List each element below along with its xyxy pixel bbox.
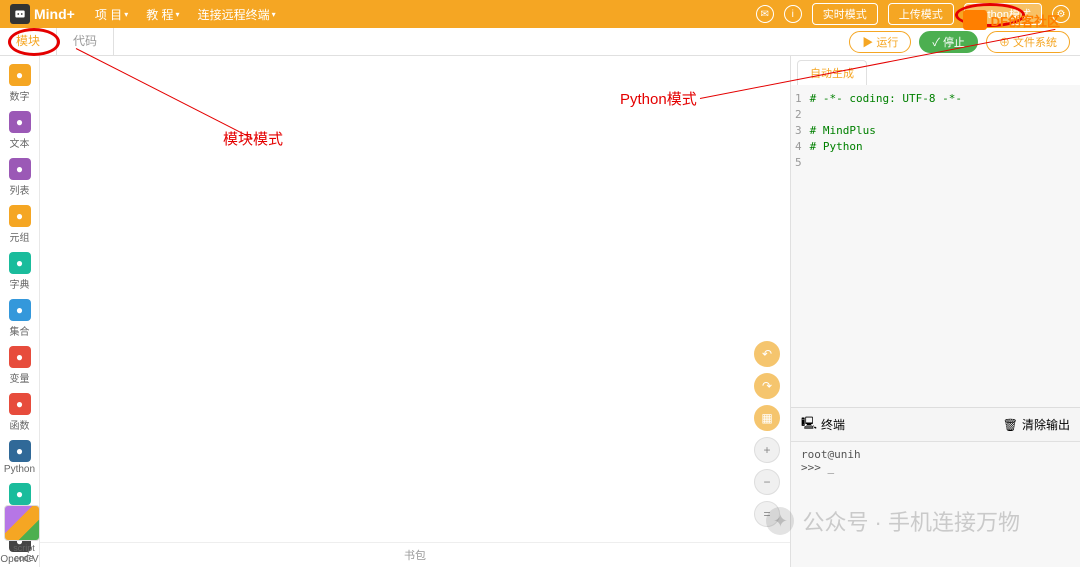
zoom-out-button[interactable]: −	[754, 469, 780, 495]
category-icon: ●	[9, 346, 31, 368]
menu-tutorial[interactable]: 教 程 ▾	[146, 6, 179, 23]
logo-icon	[10, 4, 30, 24]
line-numbers: 12345	[795, 91, 810, 401]
logo: Mind+	[10, 4, 75, 24]
undo-button[interactable]: ↶	[754, 341, 780, 367]
info-icon[interactable]: i	[784, 5, 802, 23]
zoom-in-button[interactable]: +	[754, 437, 780, 463]
terminal-panel: 🖳 终端 🗑 清除输出 root@unih >>> _	[791, 407, 1080, 567]
main-area: ●数字●文本●列表●元组●字典●集合●变量●函数●Python●行空板●Open…	[0, 56, 1080, 567]
category-icon: ●	[9, 111, 31, 133]
mode-upload[interactable]: 上传模式	[888, 3, 954, 25]
redo-button[interactable]: ↷	[754, 373, 780, 399]
sidebar-item-7[interactable]: ●函数	[0, 389, 39, 436]
category-icon: ●	[9, 252, 31, 274]
terminal-header: 🖳 终端 🗑 清除输出	[791, 408, 1080, 442]
app-header: Mind+ 项 目 ▾ 教 程 ▾ 连接远程终端 ▾ ✉ i 实时模式 上传模式…	[0, 0, 1080, 28]
tab-code[interactable]: 代码	[57, 28, 114, 55]
menu-project[interactable]: 项 目 ▾	[95, 6, 128, 23]
tab-bar-right: ▶ 运行 ✓ 停止 ⊕ 文件系统	[849, 28, 1080, 55]
code-editor[interactable]: 12345 # -*- coding: UTF-8 -*- # MindPlus…	[791, 85, 1080, 407]
category-sidebar: ●数字●文本●列表●元组●字典●集合●变量●函数●Python●行空板●Open…	[0, 56, 40, 567]
backpack-bar[interactable]: 书包	[40, 542, 790, 567]
category-icon: ●	[9, 64, 31, 86]
script-item[interactable]: script code	[4, 505, 44, 563]
code-lines: # -*- coding: UTF-8 -*- # MindPlus# Pyth…	[810, 91, 962, 401]
sidebar-item-0[interactable]: ●数字	[0, 60, 39, 107]
sidebar-item-4[interactable]: ●字典	[0, 248, 39, 295]
code-panel: 自动生成 12345 # -*- coding: UTF-8 -*- # Min…	[790, 56, 1080, 567]
category-icon: ●	[9, 440, 31, 462]
sidebar-item-8[interactable]: ●Python	[0, 436, 39, 479]
sidebar-item-1[interactable]: ●文本	[0, 107, 39, 154]
script-file-icon	[4, 505, 40, 541]
sidebar-item-6[interactable]: ●变量	[0, 342, 39, 389]
zoom-reset-button[interactable]: =	[754, 501, 780, 527]
block-canvas[interactable]: 模块模式 Python模式 ↶ ↷ ▦ + − = 书包	[40, 56, 790, 567]
menu-bar: 项 目 ▾ 教 程 ▾ 连接远程终端 ▾	[95, 6, 276, 23]
category-icon: ●	[9, 483, 31, 505]
terminal-clear-button[interactable]: 🗑 清除输出	[1003, 414, 1070, 435]
annotation-python-mode: Python模式	[620, 88, 697, 109]
sidebar-item-5[interactable]: ●集合	[0, 295, 39, 342]
terminal-output[interactable]: root@unih >>> _	[791, 442, 1080, 567]
category-icon: ●	[9, 393, 31, 415]
annotation-line-1	[76, 48, 253, 139]
community-badge: DF创客社区	[963, 10, 1060, 30]
category-icon: ●	[9, 205, 31, 227]
sidebar-item-3[interactable]: ●元组	[0, 201, 39, 248]
sidebar-item-2[interactable]: ●列表	[0, 154, 39, 201]
canvas-controls: ↶ ↷ ▦ + − =	[754, 341, 780, 527]
run-button[interactable]: ▶ 运行	[849, 31, 911, 53]
logo-text: Mind+	[34, 6, 75, 22]
annotation-block-mode: 模块模式	[223, 128, 283, 149]
category-icon: ●	[9, 299, 31, 321]
cleanup-button[interactable]: ▦	[754, 405, 780, 431]
tab-bar: 模块 代码 ▶ 运行 ✓ 停止 ⊕ 文件系统	[0, 28, 1080, 56]
community-icon	[963, 10, 987, 30]
mail-icon[interactable]: ✉	[756, 5, 774, 23]
terminal-title: 🖳 终端	[801, 414, 845, 435]
menu-connect[interactable]: 连接远程终端 ▾	[198, 6, 276, 23]
tab-block[interactable]: 模块	[0, 28, 57, 55]
mode-realtime[interactable]: 实时模式	[812, 3, 878, 25]
category-icon: ●	[9, 158, 31, 180]
script-shelf: script code	[4, 505, 44, 563]
